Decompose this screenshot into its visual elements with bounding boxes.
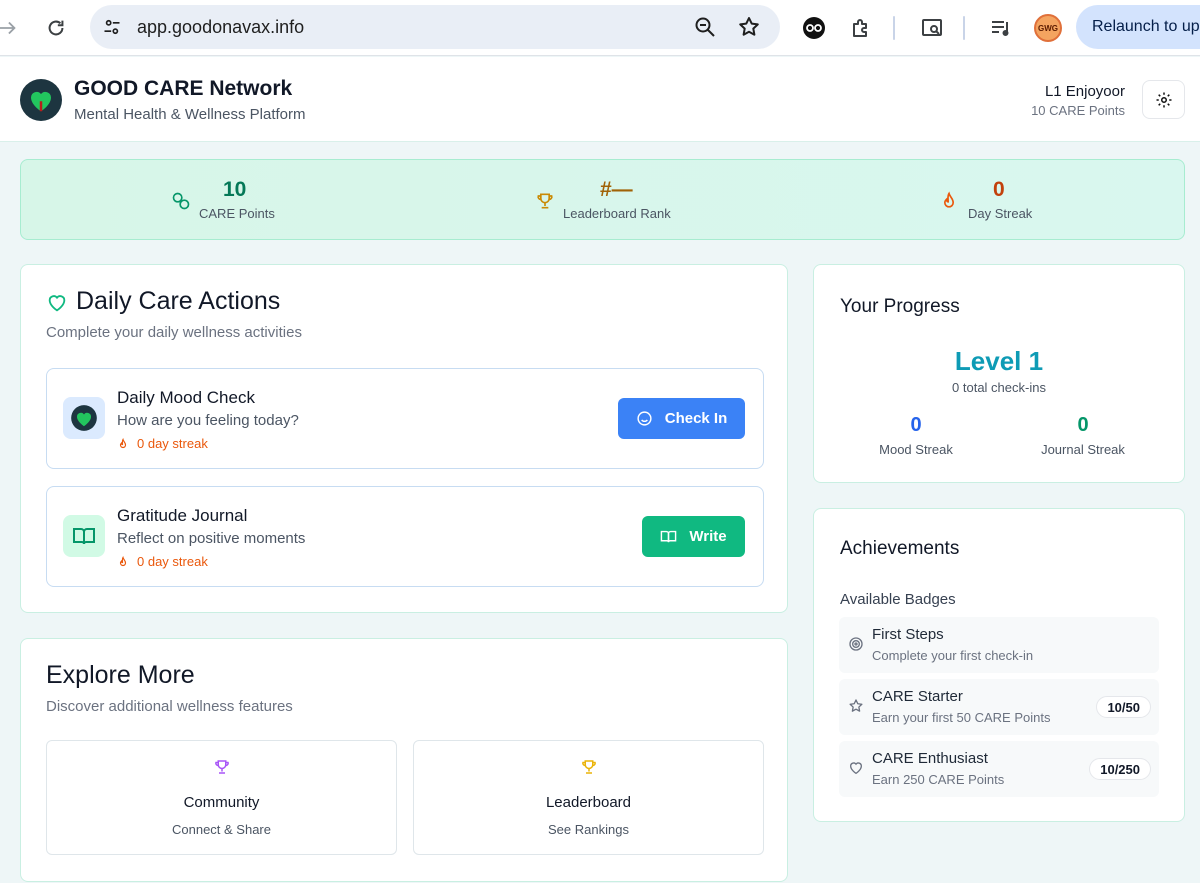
badge-title: CARE Starter (872, 688, 963, 705)
mood-check-description: How are you feeling today? (117, 412, 299, 429)
daily-care-title: Daily Care Actions (76, 287, 281, 315)
profile-avatar[interactable]: GWG (1034, 14, 1062, 42)
relaunch-button[interactable]: Relaunch to update (1076, 5, 1200, 49)
flame-icon (119, 555, 127, 566)
book-icon (73, 528, 95, 545)
journal-streak-value: 0 (1077, 414, 1089, 436)
app-subtitle: Mental Health & Wellness Platform (74, 106, 306, 123)
puzzle-extensions-icon[interactable] (847, 14, 875, 42)
url-text[interactable]: app.goodonavax.info (137, 17, 304, 38)
available-badges-label: Available Badges (840, 591, 956, 608)
progress-title: Your Progress (840, 296, 960, 317)
book-icon (661, 530, 677, 543)
badge-progress: 10/250 (1089, 758, 1151, 780)
write-label: Write (689, 528, 727, 545)
check-in-label: Check In (664, 410, 728, 427)
streak-value: 0 (993, 178, 1005, 201)
care-points-label: CARE Points (199, 206, 275, 221)
explore-title: Explore More (46, 661, 195, 689)
leaderboard-description: See Rankings (548, 822, 629, 837)
app-header: GOOD CARE Network Mental Health & Wellne… (0, 57, 1200, 142)
mood-streak-label: Mood Streak (879, 442, 953, 457)
badge-description: Earn 250 CARE Points (872, 772, 1005, 787)
flame-icon (119, 437, 127, 448)
level-value: Level 1 (954, 346, 1044, 376)
gratitude-journal-item: Gratitude Journal Reflect on positive mo… (46, 486, 764, 587)
forward-arrow-icon[interactable] (0, 14, 22, 42)
stats-banner: 10 CARE Points #— Leaderboard Rank 0 Day… (20, 159, 1185, 240)
trophy-icon (534, 190, 556, 212)
journal-description: Reflect on positive moments (117, 530, 306, 547)
user-name: L1 Enjoyoor (1044, 83, 1125, 100)
mood-streak-value: 0 (910, 414, 922, 436)
toolbar-separator (893, 16, 895, 40)
mood-check-title: Daily Mood Check (117, 388, 255, 407)
daily-care-subtitle: Complete your daily wellness activities (46, 324, 302, 341)
journal-title: Gratitude Journal (117, 506, 248, 525)
mood-thumbnail (63, 397, 105, 439)
trophy-icon (414, 758, 763, 776)
rank-value: #— (600, 178, 633, 201)
explore-card: Explore More Discover additional wellnes… (20, 638, 788, 882)
write-button[interactable]: Write (642, 516, 745, 557)
journal-streak: 0 day streak (117, 554, 208, 569)
mood-check-item: Daily Mood Check How are you feeling tod… (46, 368, 764, 469)
care-points-value: 10 (223, 178, 247, 201)
daily-care-card: Daily Care Actions Complete your daily w… (20, 264, 788, 613)
badge-description: Complete your first check-in (872, 648, 1034, 663)
app-title: GOOD CARE Network (74, 77, 293, 100)
reload-icon[interactable] (42, 14, 70, 42)
mood-streak-text: 0 day streak (137, 436, 208, 451)
rank-label: Leaderboard Rank (563, 206, 671, 221)
user-points: 10 CARE Points (1031, 103, 1125, 118)
site-settings-icon[interactable] (100, 15, 124, 39)
explore-leaderboard[interactable]: Leaderboard See Rankings (413, 740, 764, 855)
badge-title: CARE Enthusiast (872, 750, 988, 767)
app-logo (20, 79, 62, 121)
achievements-title: Achievements (840, 538, 960, 559)
toolbar-separator (963, 16, 965, 40)
achievements-card: Achievements Available Badges First Step… (813, 508, 1185, 822)
journal-streak-text: 0 day streak (137, 554, 208, 569)
bookmark-star-icon[interactable] (737, 15, 761, 39)
explore-subtitle: Discover additional wellness features (46, 698, 293, 715)
heart-icon (847, 759, 865, 777)
community-title: Community (183, 794, 260, 811)
gear-icon (1156, 92, 1171, 107)
journal-streak-label: Journal Streak (1041, 442, 1125, 457)
browser-toolbar: app.goodonavax.info GWG Relaunch to upda… (0, 0, 1200, 56)
smile-icon (637, 411, 652, 426)
target-icon (847, 635, 865, 653)
leaderboard-title: Leaderboard (545, 794, 632, 811)
settings-button[interactable] (1142, 80, 1185, 119)
community-description: Connect & Share (171, 822, 271, 837)
badge-progress: 10/50 (1096, 696, 1151, 718)
explore-community[interactable]: Community Connect & Share (46, 740, 397, 855)
media-queue-icon[interactable] (987, 14, 1015, 42)
badge-care-starter: CARE Starter Earn your first 50 CARE Poi… (839, 679, 1159, 735)
screen-search-icon[interactable] (918, 14, 946, 42)
badge-care-enthusiast: CARE Enthusiast Earn 250 CARE Points 10/… (839, 741, 1159, 797)
zoom-icon[interactable] (693, 15, 717, 39)
check-in-button[interactable]: Check In (618, 398, 745, 439)
coins-icon (170, 190, 192, 212)
badge-description: Earn your first 50 CARE Points (872, 710, 1051, 725)
incognito-extension-icon[interactable] (800, 14, 828, 42)
flame-icon (938, 190, 960, 212)
address-bar[interactable]: app.goodonavax.info (90, 5, 780, 49)
progress-card: Your Progress Level 1 0 total check-ins … (813, 264, 1185, 483)
mood-streak: 0 day streak (117, 436, 208, 451)
trophy-icon (47, 758, 396, 776)
streak-label: Day Streak (968, 206, 1033, 221)
star-icon (847, 697, 865, 715)
heart-icon (46, 292, 68, 319)
badge-title: First Steps (872, 626, 944, 643)
badge-first-steps: First Steps Complete your first check-in (839, 617, 1159, 673)
journal-thumbnail (63, 515, 105, 557)
total-checkins: 0 total check-ins (952, 380, 1046, 395)
